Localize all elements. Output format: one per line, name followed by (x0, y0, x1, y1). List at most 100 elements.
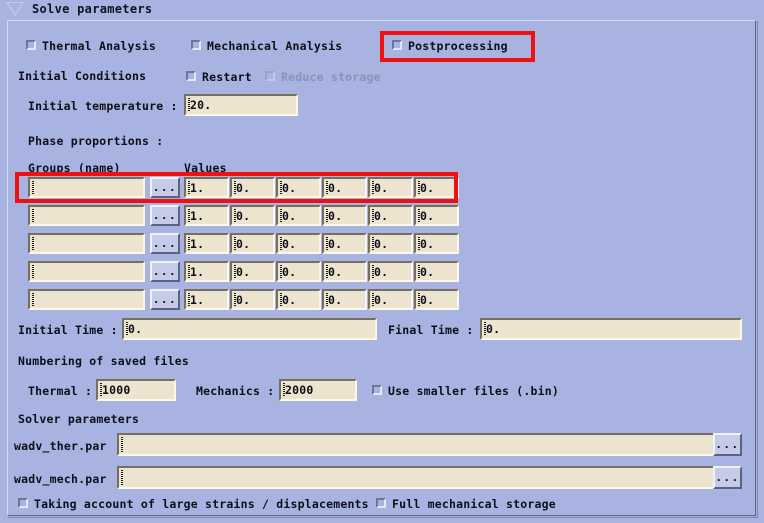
text-caret (280, 265, 282, 278)
input-phase-value[interactable]: 0. (322, 177, 367, 198)
input-phase-value[interactable]: 1. (184, 205, 229, 226)
label-final-time: Final Time : (388, 323, 474, 337)
label-wadv-ther-par: wadv_ther.par (14, 439, 107, 453)
input-phase-value[interactable]: 0. (414, 289, 459, 310)
text-caret (418, 293, 420, 306)
browse-button-phase-group[interactable]: ... (150, 205, 180, 226)
text-caret (234, 209, 236, 222)
browse-button-phase-group[interactable]: ... (150, 233, 180, 254)
text-caret (372, 181, 374, 194)
input-phase-group-name[interactable] (28, 205, 145, 226)
text-caret (234, 237, 236, 250)
window-titlebar: Solve parameters (0, 0, 764, 18)
input-phase-value[interactable]: 0. (414, 233, 459, 254)
text-caret (326, 181, 328, 194)
input-wadv-ther-par[interactable] (117, 433, 717, 456)
input-phase-value[interactable]: 1. (184, 177, 229, 198)
text-caret (32, 293, 34, 306)
input-phase-value[interactable]: 0. (230, 233, 275, 254)
browse-button-phase-group[interactable]: ... (150, 261, 180, 282)
browse-button-phase-group[interactable]: ... (150, 177, 180, 198)
input-phase-value[interactable]: 0. (368, 289, 413, 310)
checkbox-postprocessing[interactable] (392, 40, 402, 50)
text-caret (234, 293, 236, 306)
label-reduce-storage: Reduce storage (281, 70, 381, 84)
input-phase-value[interactable]: 1. (184, 233, 229, 254)
input-phase-group-name[interactable] (28, 177, 145, 198)
checkbox-full-mechanical-storage[interactable] (376, 498, 386, 508)
text-caret (372, 293, 374, 306)
checkbox-mechanical-analysis[interactable] (191, 40, 201, 50)
text-caret (484, 322, 486, 336)
input-phase-group-name[interactable] (28, 261, 145, 282)
input-phase-value[interactable]: 0. (230, 289, 275, 310)
text-caret (418, 265, 420, 278)
label-full-mechanical-storage: Full mechanical storage (392, 497, 556, 511)
input-phase-value[interactable]: 0. (322, 289, 367, 310)
label-phase-proportions: Phase proportions : (28, 134, 164, 148)
input-phase-value[interactable]: 0. (368, 233, 413, 254)
input-thermal-numbering[interactable]: 1000 (96, 379, 176, 401)
text-caret (32, 209, 34, 222)
input-phase-value[interactable]: 0. (276, 177, 321, 198)
input-phase-value[interactable]: 0. (414, 177, 459, 198)
text-caret (280, 181, 282, 194)
label-restart: Restart (202, 70, 252, 84)
input-phase-value[interactable]: 0. (276, 205, 321, 226)
input-initial-temperature[interactable]: 20. (184, 94, 298, 116)
input-phase-group-name[interactable] (28, 289, 145, 310)
input-phase-value[interactable]: 0. (414, 205, 459, 226)
input-phase-value[interactable]: 0. (322, 261, 367, 282)
input-phase-value[interactable]: 0. (414, 261, 459, 282)
text-caret (372, 265, 374, 278)
checkbox-restart[interactable] (186, 71, 196, 81)
text-caret (418, 209, 420, 222)
label-postprocessing: Postprocessing (408, 39, 508, 53)
input-phase-value[interactable]: 1. (184, 261, 229, 282)
text-caret (188, 98, 190, 112)
label-initial-temperature: Initial temperature : (28, 99, 178, 113)
browse-button-phase-group[interactable]: ... (150, 289, 180, 310)
text-caret (32, 181, 34, 194)
input-mechanics-numbering-value: 2000 (285, 383, 314, 397)
label-large-strains: Taking account of large strains / displa… (34, 497, 369, 511)
column-header-groups: Groups (name) (28, 161, 121, 175)
text-caret (126, 322, 128, 336)
input-phase-value[interactable]: 0. (276, 261, 321, 282)
text-caret (234, 265, 236, 278)
input-phase-value[interactable]: 1. (184, 289, 229, 310)
text-caret (100, 383, 102, 397)
input-initial-time[interactable]: 0. (122, 318, 377, 340)
input-wadv-mech-par[interactable] (117, 466, 717, 489)
input-phase-group-name[interactable] (28, 233, 145, 254)
solve-parameters-window: Solve parameters Thermal Analysis Mechan… (0, 0, 764, 523)
browse-button-wadv-mech-par[interactable]: ... (713, 466, 742, 489)
input-phase-value[interactable]: 0. (230, 205, 275, 226)
text-caret (372, 237, 374, 250)
browse-button-wadv-ther-par[interactable]: ... (713, 433, 742, 456)
label-initial-conditions: Initial Conditions (18, 69, 147, 83)
text-caret (188, 293, 190, 306)
input-final-time[interactable]: 0. (480, 318, 742, 340)
input-phase-value[interactable]: 0. (322, 233, 367, 254)
triangle-down-icon[interactable] (6, 2, 24, 16)
text-caret (283, 383, 285, 397)
label-use-smaller-files: Use smaller files (.bin) (388, 384, 559, 398)
input-phase-value[interactable]: 0. (368, 205, 413, 226)
label-wadv-mech-par: wadv_mech.par (14, 472, 107, 486)
checkbox-use-smaller-files[interactable] (372, 385, 382, 395)
input-phase-value[interactable]: 0. (276, 289, 321, 310)
input-thermal-numbering-value: 1000 (102, 383, 131, 397)
input-mechanics-numbering[interactable]: 2000 (279, 379, 357, 401)
input-phase-value[interactable]: 0. (230, 177, 275, 198)
checkbox-thermal-analysis[interactable] (26, 40, 36, 50)
input-phase-value[interactable]: 0. (230, 261, 275, 282)
input-phase-value[interactable]: 0. (322, 205, 367, 226)
label-solver-section: Solver parameters (18, 412, 140, 426)
text-caret (280, 237, 282, 250)
input-phase-value[interactable]: 0. (368, 261, 413, 282)
text-caret (326, 237, 328, 250)
input-phase-value[interactable]: 0. (368, 177, 413, 198)
input-phase-value[interactable]: 0. (276, 233, 321, 254)
checkbox-large-strains[interactable] (18, 498, 28, 508)
